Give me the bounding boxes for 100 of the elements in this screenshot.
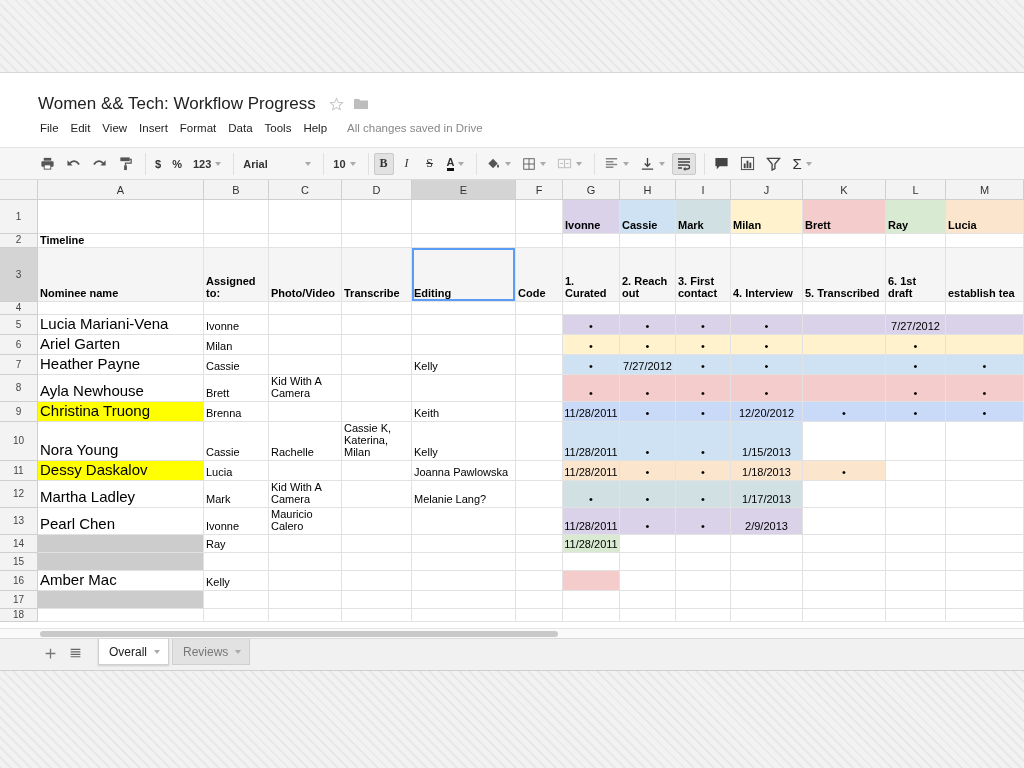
header-cell: Ray (886, 200, 946, 234)
row-header[interactable]: 10 (0, 422, 38, 461)
table-cell: Lucia Mariani-Vena (38, 315, 204, 335)
table-cell (342, 335, 412, 355)
column-header[interactable]: B (204, 180, 269, 200)
row-header[interactable]: 18 (0, 609, 38, 622)
table-cell: 7/27/2012 (886, 315, 946, 335)
table-cell (516, 591, 563, 609)
row-header[interactable]: 1 (0, 200, 38, 234)
row-header[interactable]: 13 (0, 508, 38, 535)
column-header[interactable]: C (269, 180, 342, 200)
paint-bucket-icon[interactable] (486, 156, 502, 171)
paint-roller-icon[interactable] (118, 156, 133, 171)
table-cell: • (731, 335, 803, 355)
table-cell: Mark (204, 481, 269, 508)
menu-item[interactable]: Edit (64, 120, 97, 136)
table-cell: • (731, 315, 803, 335)
functions-dropdown[interactable]: Σ (788, 152, 816, 175)
column-header[interactable]: K (803, 180, 886, 200)
chart-icon[interactable] (740, 156, 756, 171)
caret-icon[interactable] (505, 161, 512, 166)
align-left-icon[interactable] (604, 156, 620, 171)
row-header[interactable]: 16 (0, 571, 38, 591)
menu-item[interactable]: Insert (133, 120, 174, 136)
italic-button[interactable]: I (396, 152, 417, 175)
row-header[interactable]: 3 (0, 248, 38, 302)
header-cell: Transcribe (342, 248, 412, 302)
table-cell (676, 609, 731, 622)
table-cell (886, 461, 946, 481)
table-cell: • (886, 355, 946, 375)
row-header[interactable]: 7 (0, 355, 38, 375)
row-header[interactable]: 11 (0, 461, 38, 481)
column-header[interactable]: I (676, 180, 731, 200)
table-cell: • (620, 402, 676, 422)
row-header[interactable]: 2 (0, 234, 38, 248)
star-icon[interactable] (328, 96, 344, 112)
caret-icon[interactable] (623, 161, 630, 166)
table-cell: 2/9/2013 (731, 508, 803, 535)
comment-icon[interactable] (714, 156, 730, 171)
row-header[interactable]: 6 (0, 335, 38, 355)
caret-icon[interactable] (540, 161, 547, 166)
header-cell: Milan (731, 200, 803, 234)
borders-icon[interactable] (522, 156, 537, 171)
sheet-tab[interactable]: Reviews (172, 639, 251, 665)
sheet-tab[interactable]: Overall (98, 639, 169, 665)
font-dropdown[interactable]: Arial (239, 152, 316, 175)
font-size-dropdown[interactable]: 10 (329, 152, 360, 175)
column-header[interactable]: D (342, 180, 412, 200)
scrollbar-thumb[interactable] (40, 631, 558, 637)
column-header[interactable]: F (516, 180, 563, 200)
bold-button[interactable]: B (373, 152, 394, 175)
text-color-button[interactable]: A (442, 152, 469, 175)
column-header[interactable]: E (412, 180, 516, 200)
table-cell: 11/28/2011 (563, 422, 620, 461)
row-header[interactable]: 14 (0, 535, 38, 553)
table-cell: 1/15/2013 (731, 422, 803, 461)
column-header[interactable]: J (731, 180, 803, 200)
column-header[interactable]: A (38, 180, 204, 200)
row-header[interactable]: 5 (0, 315, 38, 335)
menu-item[interactable]: Format (173, 120, 223, 136)
header-cell: Ivonne (563, 200, 620, 234)
menu-item[interactable]: Help (297, 120, 334, 136)
row-header[interactable]: 9 (0, 402, 38, 422)
table-cell: • (676, 375, 731, 402)
list-icon[interactable] (69, 646, 82, 660)
row-header[interactable]: 4 (0, 302, 38, 315)
row-header[interactable]: 8 (0, 375, 38, 402)
row-header[interactable]: 12 (0, 481, 38, 508)
menu-item[interactable]: View (96, 120, 134, 136)
align-bottom-icon[interactable] (640, 156, 656, 171)
row-header[interactable]: 15 (0, 553, 38, 571)
caret-icon[interactable] (659, 161, 666, 166)
row-header[interactable]: 17 (0, 591, 38, 609)
column-header[interactable]: G (563, 180, 620, 200)
table-cell: 1/18/2013 (731, 461, 803, 481)
table-cell: • (946, 355, 1024, 375)
print-icon[interactable] (40, 156, 55, 171)
currency-button[interactable]: $ (151, 152, 166, 175)
strikethrough-button[interactable]: S (419, 152, 440, 175)
caret-icon[interactable] (576, 161, 583, 166)
table-cell: • (731, 355, 803, 375)
table-cell (676, 553, 731, 571)
filter-icon[interactable] (766, 156, 782, 171)
table-cell (342, 508, 412, 535)
column-header[interactable]: H (620, 180, 676, 200)
number-format-dropdown[interactable]: 123 (188, 152, 226, 175)
column-header[interactable]: M (946, 180, 1024, 200)
table-cell: Keith (412, 402, 516, 422)
header-cell: Cassie (620, 200, 676, 234)
menu-item[interactable]: Data (222, 120, 259, 136)
table-cell: • (886, 335, 946, 355)
merge-cells-icon[interactable] (557, 156, 573, 171)
menu-item[interactable]: Tools (258, 120, 298, 136)
table-cell: • (676, 315, 731, 335)
table-cell: 11/28/2011 (563, 402, 620, 422)
column-header[interactable]: L (886, 180, 946, 200)
document-title[interactable]: Women && Tech: Workflow Progress (38, 94, 316, 114)
menu-item[interactable]: File (38, 120, 65, 136)
percent-button[interactable]: % (168, 152, 186, 175)
add-sheet-icon[interactable] (44, 646, 57, 660)
